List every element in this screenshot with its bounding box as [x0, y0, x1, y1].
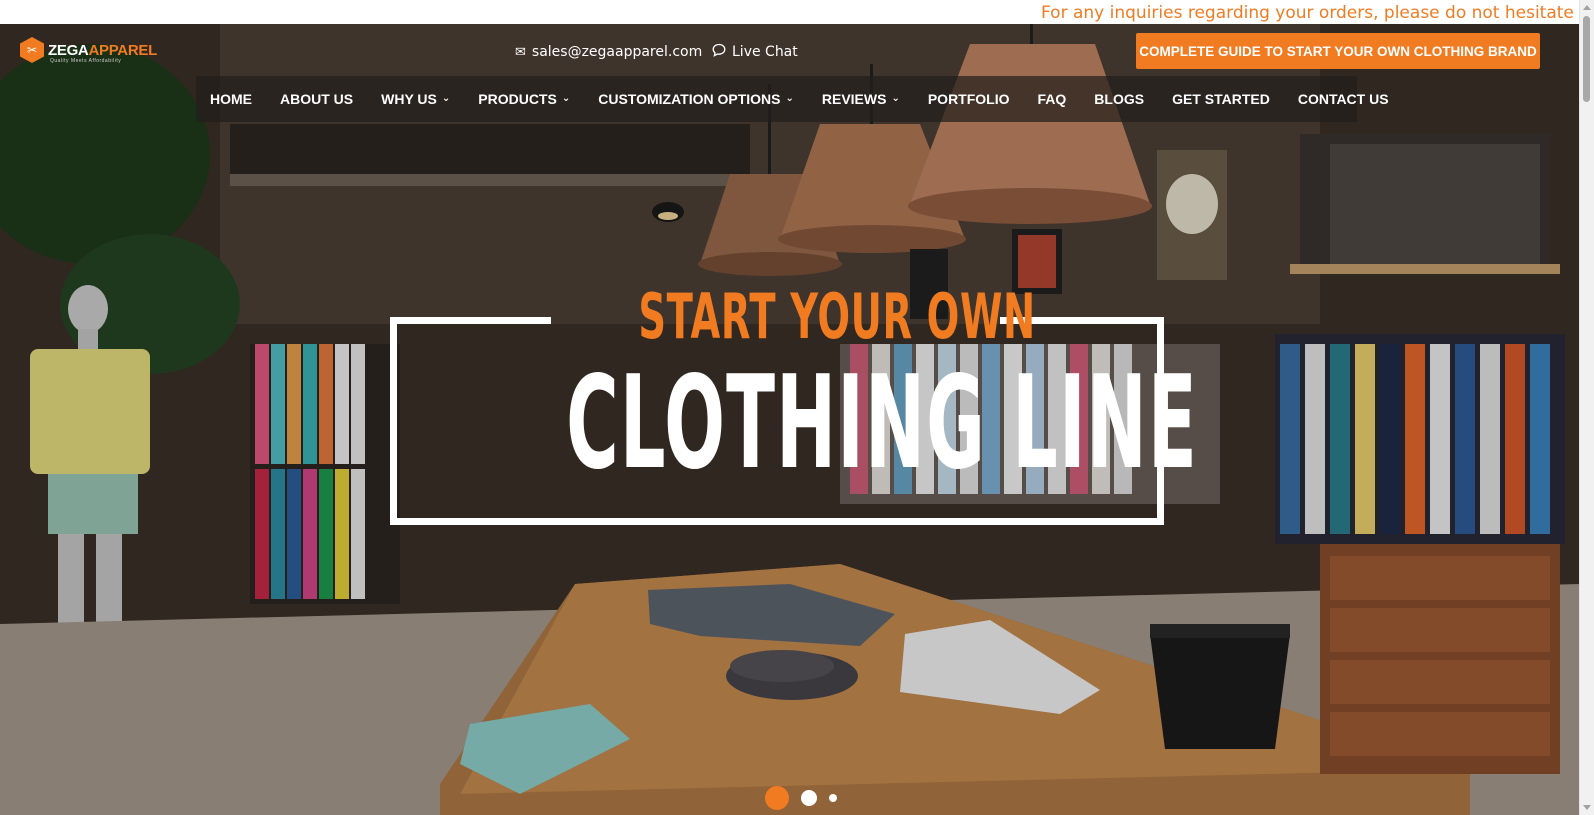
logo-text-apparel: APPAREL [88, 41, 157, 59]
hero-headline: CLOTHING LINE [566, 349, 1198, 498]
nav-item-about-us[interactable]: ABOUT US [266, 91, 367, 107]
slide-dot-1[interactable] [765, 786, 789, 810]
nav-item-get-started[interactable]: GET STARTED [1158, 91, 1284, 107]
nav-item-customization-options[interactable]: CUSTOMIZATION OPTIONS ⌄ [584, 91, 808, 107]
hero-slider: ✂ ZEGAAPPAREL Quality Meets Affordabilit… [0, 24, 1580, 815]
brand-logo[interactable]: ✂ ZEGAAPPAREL Quality Meets Affordabilit… [20, 35, 157, 65]
scroll-up-arrow-icon[interactable] [1583, 5, 1591, 10]
logo-tagline: Quality Meets Affordability [50, 58, 122, 64]
nav-item-products[interactable]: PRODUCTS ⌄ [464, 91, 584, 107]
main-navigation: HOME ABOUT US WHY US ⌄ PRODUCTS ⌄ CUSTOMIZ… [196, 76, 1389, 122]
chevron-down-icon: ⌄ [561, 92, 571, 104]
nav-item-reviews[interactable]: REVIEWS ⌄ [808, 91, 914, 107]
chevron-down-icon: ⌄ [891, 92, 900, 104]
logo-wordmark: ZEGAAPPAREL [48, 43, 157, 58]
headline-frame-bottom [390, 518, 1164, 525]
hero-subheadline: START YOUR OWN [638, 280, 1036, 353]
live-chat-link[interactable]: Live Chat [712, 42, 798, 62]
nav-item-why-us[interactable]: WHY US ⌄ [367, 91, 464, 107]
email-text: sales@zegaapparel.com [531, 44, 703, 60]
nav-item-portfolio[interactable]: PORTFOLIO [914, 91, 1024, 107]
chat-bubble-icon [712, 43, 726, 61]
nav-item-faq[interactable]: FAQ [1024, 91, 1081, 107]
announcement-text: For any inquiries regarding your orders,… [1041, 3, 1580, 23]
logo-text-zega: ZEGA [48, 41, 89, 59]
headline-frame-top-left [390, 317, 551, 324]
email-link[interactable]: ✉ sales@zegaapparel.com [515, 42, 702, 62]
slider-pagination [765, 786, 849, 810]
slide-dot-2[interactable] [801, 790, 817, 806]
top-announcement-bar: For any inquiries regarding your orders,… [0, 0, 1580, 24]
nav-item-contact-us[interactable]: CONTACT US [1284, 91, 1403, 107]
nav-item-blogs[interactable]: BLOGS [1080, 91, 1158, 107]
chevron-down-icon: ⌄ [441, 92, 451, 104]
headline-frame-left [390, 317, 397, 525]
envelope-icon: ✉ [515, 44, 526, 60]
live-chat-text: Live Chat [732, 44, 798, 60]
chevron-down-icon: ⌄ [785, 92, 794, 104]
scrollbar-thumb[interactable] [1583, 16, 1590, 102]
page-scrollbar[interactable] [1579, 0, 1594, 815]
slide-dot-3[interactable] [829, 794, 837, 802]
nav-item-home[interactable]: HOME [196, 91, 266, 107]
logo-scissors-icon: ✂ [20, 37, 44, 63]
scroll-down-arrow-icon[interactable] [1583, 805, 1591, 810]
clothing-brand-guide-button[interactable]: COMPLETE GUIDE TO START YOUR OWN CLOTHIN… [1136, 33, 1540, 69]
